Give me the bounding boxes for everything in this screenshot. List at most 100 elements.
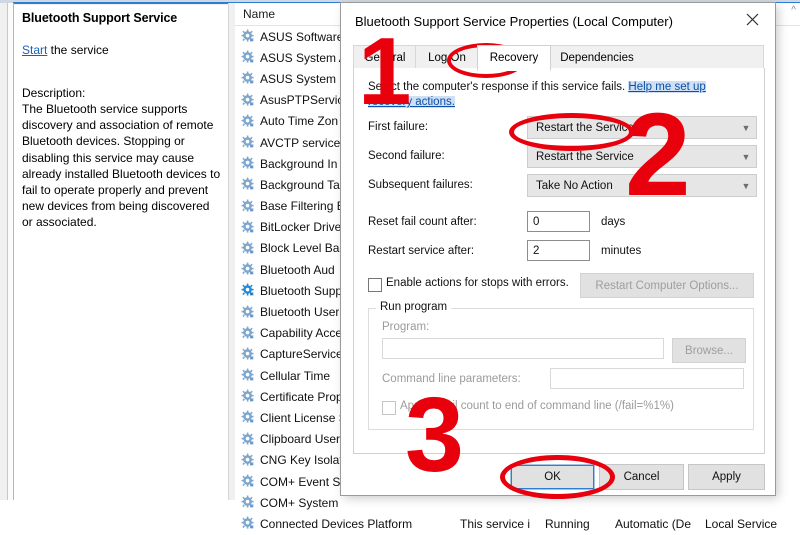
service-list-item-label: CNG Key Isolat	[260, 453, 343, 468]
service-gear-icon	[241, 199, 254, 212]
service-list-item-label: Auto Time Zon	[260, 114, 339, 129]
command-line-input[interactable]	[550, 368, 744, 389]
start-service-link[interactable]: Start	[22, 43, 47, 57]
tab-dependencies[interactable]: Dependencies	[549, 45, 645, 69]
service-gear-icon	[241, 305, 254, 318]
service-list-item-label: Block Level Bac	[260, 241, 346, 256]
run-program-legend: Run program	[376, 301, 452, 313]
tab-recovery[interactable]: Recovery	[477, 45, 551, 71]
service-gear-icon	[241, 156, 254, 169]
recovery-intro-text: Select the computer's response if this s…	[368, 80, 752, 110]
service-list-item-label: Background Ta	[260, 177, 340, 192]
append-fail-count-label: Append fail count to end of command line…	[400, 400, 674, 412]
service-gear-icon	[241, 389, 254, 402]
dialog-title-bar[interactable]: Bluetooth Support Service Properties (Lo…	[341, 3, 775, 43]
subsequent-failures-value: Take No Action	[536, 179, 613, 192]
dialog-tab-strip: General Log On Recovery Dependencies	[353, 45, 764, 71]
service-gear-icon	[241, 241, 254, 254]
browse-button[interactable]: Browse...	[672, 338, 746, 363]
service-gear-icon	[241, 177, 254, 190]
cancel-button[interactable]: Cancel	[599, 464, 684, 490]
apply-button[interactable]: Apply	[688, 464, 765, 490]
service-list-item-label: AsusPTPService	[260, 93, 351, 108]
command-line-label: Command line parameters:	[382, 373, 521, 385]
start-service-line: Start the service	[22, 43, 109, 57]
chevron-down-icon: ▼	[741, 180, 751, 191]
first-failure-dropdown[interactable]: Restart the Service ▼	[527, 116, 757, 139]
program-label: Program:	[382, 321, 430, 333]
restart-service-after-label: Restart service after:	[368, 245, 475, 257]
dialog-button-bar: OK Cancel Apply	[341, 455, 775, 495]
service-title: Bluetooth Support Service	[22, 11, 178, 25]
first-failure-value: Restart the Service	[536, 121, 634, 134]
service-gear-icon	[241, 114, 254, 127]
service-list-item-label: CaptureService	[260, 347, 343, 362]
close-icon[interactable]	[730, 3, 775, 35]
service-gear-icon	[241, 93, 254, 106]
description-label: Description:	[22, 86, 86, 100]
service-list-item-label: Certificate Prop	[260, 389, 343, 404]
second-failure-dropdown[interactable]: Restart the Service ▼	[527, 145, 757, 168]
program-input[interactable]	[382, 338, 664, 359]
service-list-item-column: Automatic (De	[615, 516, 692, 531]
service-list-item-label: ASUS Software	[260, 29, 344, 44]
restart-service-after-unit: minutes	[601, 245, 642, 257]
service-gear-icon	[241, 262, 254, 275]
column-header-name[interactable]: Name	[243, 7, 275, 21]
service-list-item-label: ASUS System A	[260, 50, 347, 65]
second-failure-value: Restart the Service	[536, 150, 634, 163]
service-list-item-label: Background In	[260, 156, 338, 171]
reset-fail-count-unit: days	[601, 216, 626, 228]
service-gear-icon	[241, 368, 254, 381]
start-service-suffix: the service	[47, 43, 109, 57]
first-failure-label: First failure:	[368, 121, 429, 133]
service-gear-icon	[241, 220, 254, 233]
service-list-item-label: Bluetooth User	[260, 305, 340, 320]
service-gear-icon	[241, 326, 254, 339]
service-gear-icon	[241, 29, 254, 42]
restart-service-after-input[interactable]: 2	[527, 240, 590, 261]
service-list-item-label: Bluetooth Supp	[260, 283, 343, 298]
subsequent-failures-dropdown[interactable]: Take No Action ▼	[527, 174, 757, 197]
append-fail-count-checkbox[interactable]	[382, 401, 396, 415]
service-list-item-label: BitLocker Drive	[260, 220, 342, 235]
restart-computer-options-button[interactable]: Restart Computer Options...	[580, 273, 754, 298]
dialog-title-text: Bluetooth Support Service Properties (Lo…	[355, 14, 673, 29]
window-left-gutter	[0, 3, 8, 500]
service-list-item-label: Connected Devices Platform	[260, 516, 413, 531]
recovery-intro-sentence: Select the computer's response if this s…	[368, 81, 629, 93]
service-list-item-label: Clipboard User	[260, 432, 341, 447]
ok-button[interactable]: OK	[510, 464, 595, 490]
service-list-item-label: Cellular Time	[260, 368, 331, 383]
recovery-tab-page: Select the computer's response if this s…	[353, 68, 765, 454]
service-list-item-label: Base Filtering E	[260, 199, 345, 214]
service-list-item[interactable]: Connected Devices Platform This service i…	[235, 513, 800, 534]
service-list-item-label: Capability Acce	[260, 326, 343, 341]
second-failure-label: Second failure:	[368, 150, 445, 162]
service-gear-icon	[241, 411, 254, 424]
service-list-item-label: ASUS System D	[260, 71, 349, 86]
service-gear-icon	[241, 347, 254, 360]
service-gear-icon	[241, 135, 254, 148]
tab-general[interactable]: General	[353, 45, 417, 69]
service-gear-icon	[241, 495, 254, 508]
reset-fail-count-label: Reset fail count after:	[368, 216, 477, 228]
service-gear-icon	[241, 432, 254, 445]
service-gear-icon	[241, 283, 254, 296]
service-gear-icon	[241, 453, 254, 466]
service-gear-icon	[241, 516, 254, 529]
service-gear-icon	[241, 50, 254, 63]
tab-log-on[interactable]: Log On	[415, 45, 479, 69]
enable-actions-checkbox[interactable]	[368, 278, 382, 292]
service-gear-icon	[241, 474, 254, 487]
chevron-down-icon: ▼	[741, 122, 751, 133]
scroll-up-icon[interactable]: ^	[791, 5, 796, 16]
service-details-pane: Bluetooth Support Service Start the serv…	[14, 5, 228, 500]
description-text: The Bluetooth service supports discovery…	[22, 102, 221, 230]
service-list-item[interactable]: COM+ System	[235, 492, 800, 513]
service-list-item-column: Local Service	[705, 516, 778, 531]
reset-fail-count-input[interactable]: 0	[527, 211, 590, 232]
service-list-item-label: COM+ System	[260, 495, 339, 510]
subsequent-failures-label: Subsequent failures:	[368, 179, 473, 191]
service-list-item-label: AVCTP service	[260, 135, 341, 150]
